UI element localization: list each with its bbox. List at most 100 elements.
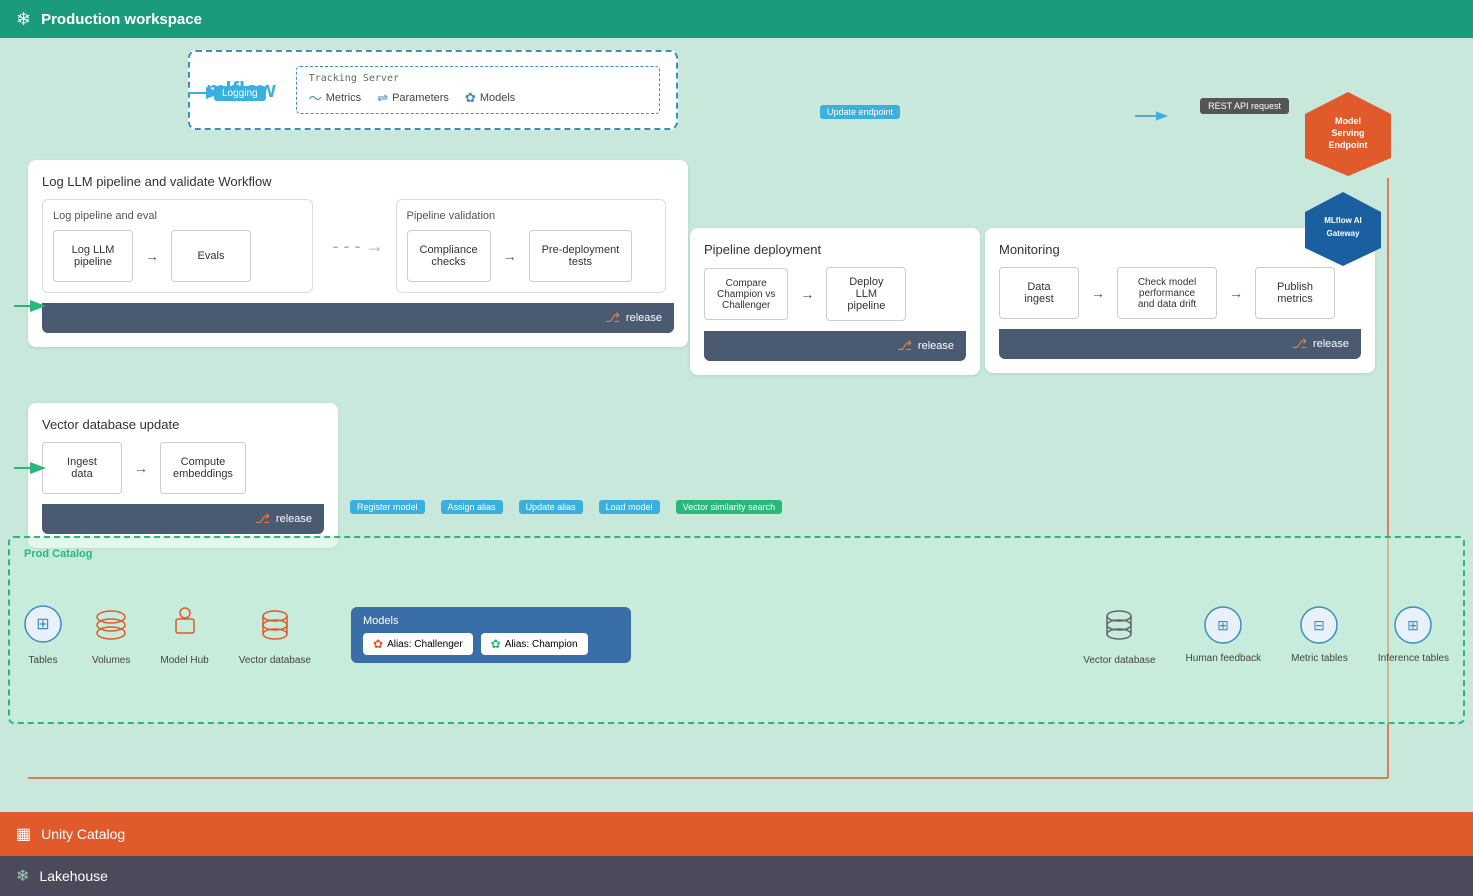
arrow4: → xyxy=(1091,285,1105,301)
metric-tables-icon: ⊟ xyxy=(1300,606,1338,649)
monitoring-release-text: release xyxy=(1313,338,1349,350)
vector-db2-label: Vector database xyxy=(1083,655,1155,666)
vector-db-box: Vector database update Ingest data → Com… xyxy=(28,403,338,548)
dashed-arrow: - - - → xyxy=(333,199,384,293)
lakehouse-icon: ❄ xyxy=(16,866,29,886)
svg-text:Serving: Serving xyxy=(1331,128,1364,138)
svg-text:⊟: ⊟ xyxy=(1314,617,1326,633)
svg-text:Gateway: Gateway xyxy=(1327,229,1360,238)
model-hub-label: Model Hub xyxy=(160,655,208,666)
tracking-server-box: Tracking Server 〜 Metrics ⇌ Parameters ✿… xyxy=(296,66,660,114)
vector-release-text: release xyxy=(276,513,312,525)
svg-text:⊞: ⊞ xyxy=(36,616,49,633)
metric-tables-label: Metric tables xyxy=(1291,653,1348,664)
compliance-checks-box: Compliance checks xyxy=(407,230,491,282)
model-serving-container: Model Serving Endpoint xyxy=(1303,90,1393,178)
catalog-tables: ⊞ Tables xyxy=(24,605,62,666)
catalog-human-feedback: ⊞ Human feedback xyxy=(1186,606,1262,664)
lakehouse-bar: ❄ Lakehouse xyxy=(0,856,1473,896)
vector-similarity-badge: Vector similarity search xyxy=(676,500,783,514)
svg-text:⊞: ⊞ xyxy=(1217,617,1229,633)
tables-label: Tables xyxy=(29,655,58,666)
metrics-item: 〜 Metrics xyxy=(309,88,361,107)
unity-catalog-bar: ▦ Unity Catalog xyxy=(0,812,1473,856)
git-icon4: ⎇ xyxy=(255,511,270,527)
human-feedback-label: Human feedback xyxy=(1186,653,1262,664)
models-item: ✿ Models xyxy=(465,90,515,106)
vector-db-label: Vector database xyxy=(239,655,311,666)
models-title: Models xyxy=(363,615,619,627)
arrow5: → xyxy=(1229,285,1243,301)
arrow3: → xyxy=(800,286,814,302)
unity-icon: ▦ xyxy=(16,824,31,844)
git-icon1: ⎇ xyxy=(605,310,620,326)
git-icon3: ⎇ xyxy=(1292,336,1307,352)
rest-api-badge: REST API request xyxy=(1200,96,1289,114)
inference-tables-label: Inference tables xyxy=(1378,653,1449,664)
deployment-release-text: release xyxy=(918,340,954,352)
model-hub-icon xyxy=(166,605,204,651)
compare-champion-box: Compare Champion vs Challenger xyxy=(704,268,788,320)
inference-tables-icon: ⊞ xyxy=(1394,606,1432,649)
compute-embeddings-box: Compute embeddings xyxy=(160,442,246,494)
workflow-release-bar: ⎇ release xyxy=(42,303,674,333)
workspace-title: Production workspace xyxy=(41,11,202,28)
git-icon2: ⎇ xyxy=(897,338,912,354)
deployment-title: Pipeline deployment xyxy=(704,242,966,257)
main-area: mlflow Tracking Server 〜 Metrics ⇌ Param… xyxy=(0,38,1473,812)
workflow-title: Log LLM pipeline and validate Workflow xyxy=(42,174,674,189)
tracking-server-title: Tracking Server xyxy=(309,73,647,84)
volumes-label: Volumes xyxy=(92,655,130,666)
pre-deployment-box: Pre-deployment tests xyxy=(529,230,633,282)
lakehouse-title: Lakehouse xyxy=(39,868,108,884)
data-ingest-box: Data ingest xyxy=(999,267,1079,319)
svg-text:⊞: ⊞ xyxy=(1408,617,1420,633)
check-model-box: Check model performance and data drift xyxy=(1117,267,1217,319)
vector-release-bar: ⎇ release xyxy=(42,504,324,534)
logging-badge: Logging xyxy=(214,86,266,101)
update-alias-badge: Update alias xyxy=(519,500,583,514)
prod-catalog-title: Prod Catalog xyxy=(24,548,1449,560)
arrow6: → xyxy=(134,460,148,476)
update-endpoint-badge: Update endpoint xyxy=(820,102,900,120)
evals-box: Evals xyxy=(171,230,251,282)
vector-db-icon xyxy=(256,605,294,651)
catalog-volumes: Volumes xyxy=(92,605,130,666)
catalog-inference-tables: ⊞ Inference tables xyxy=(1378,606,1449,664)
mlflow-gateway-container: MLflow AI Gateway xyxy=(1303,190,1383,268)
pipeline-validation-title: Pipeline validation xyxy=(407,210,656,222)
arrow1: → xyxy=(145,248,159,264)
parameters-item: ⇌ Parameters xyxy=(377,90,449,106)
alias-challenger: ✿ Alias: Challenger xyxy=(363,633,473,655)
log-pipeline-title: Log pipeline and eval xyxy=(53,210,302,222)
arrow2: → xyxy=(503,248,517,264)
svg-text:MLflow AI: MLflow AI xyxy=(1324,216,1361,225)
deployment-box: Pipeline deployment Compare Champion vs … xyxy=(690,228,980,375)
monitoring-release-bar: ⎇ release xyxy=(999,329,1361,359)
vector-db-title: Vector database update xyxy=(42,417,324,432)
workspace-icon: ❄ xyxy=(16,9,31,30)
catalog-metric-tables: ⊟ Metric tables xyxy=(1291,606,1348,664)
deploy-llm-box: Deploy LLM pipeline xyxy=(826,267,906,321)
workflow-box: Log LLM pipeline and validate Workflow L… xyxy=(28,160,688,347)
load-model-badge: Load model xyxy=(599,500,660,514)
assign-alias-badge: Assign alias xyxy=(441,500,503,514)
alias-champion: ✿ Alias: Champion xyxy=(481,633,588,655)
pipeline-validation-panel: Pipeline validation Compliance checks → … xyxy=(396,199,667,293)
tables-icon: ⊞ xyxy=(24,605,62,651)
workflow-release-text: release xyxy=(626,312,662,324)
volumes-icon xyxy=(92,605,130,651)
svg-text:Endpoint: Endpoint xyxy=(1329,140,1368,150)
badges-row: Register model Assign alias Update alias… xyxy=(350,500,782,514)
ingest-data-box: Ingest data xyxy=(42,442,122,494)
vector-db2-icon xyxy=(1100,605,1138,651)
log-pipeline-panel: Log pipeline and eval Log LLM pipeline →… xyxy=(42,199,313,293)
catalog-vector-db: Vector database xyxy=(239,605,311,666)
register-model-badge: Register model xyxy=(350,500,425,514)
top-bar: ❄ Production workspace xyxy=(0,0,1473,38)
human-feedback-icon: ⊞ xyxy=(1204,606,1242,649)
prod-catalog: Prod Catalog ⊞ Tables Volumes xyxy=(8,536,1465,724)
unity-title: Unity Catalog xyxy=(41,826,125,842)
publish-metrics-box: Publish metrics xyxy=(1255,267,1335,319)
log-llm-box: Log LLM pipeline xyxy=(53,230,133,282)
